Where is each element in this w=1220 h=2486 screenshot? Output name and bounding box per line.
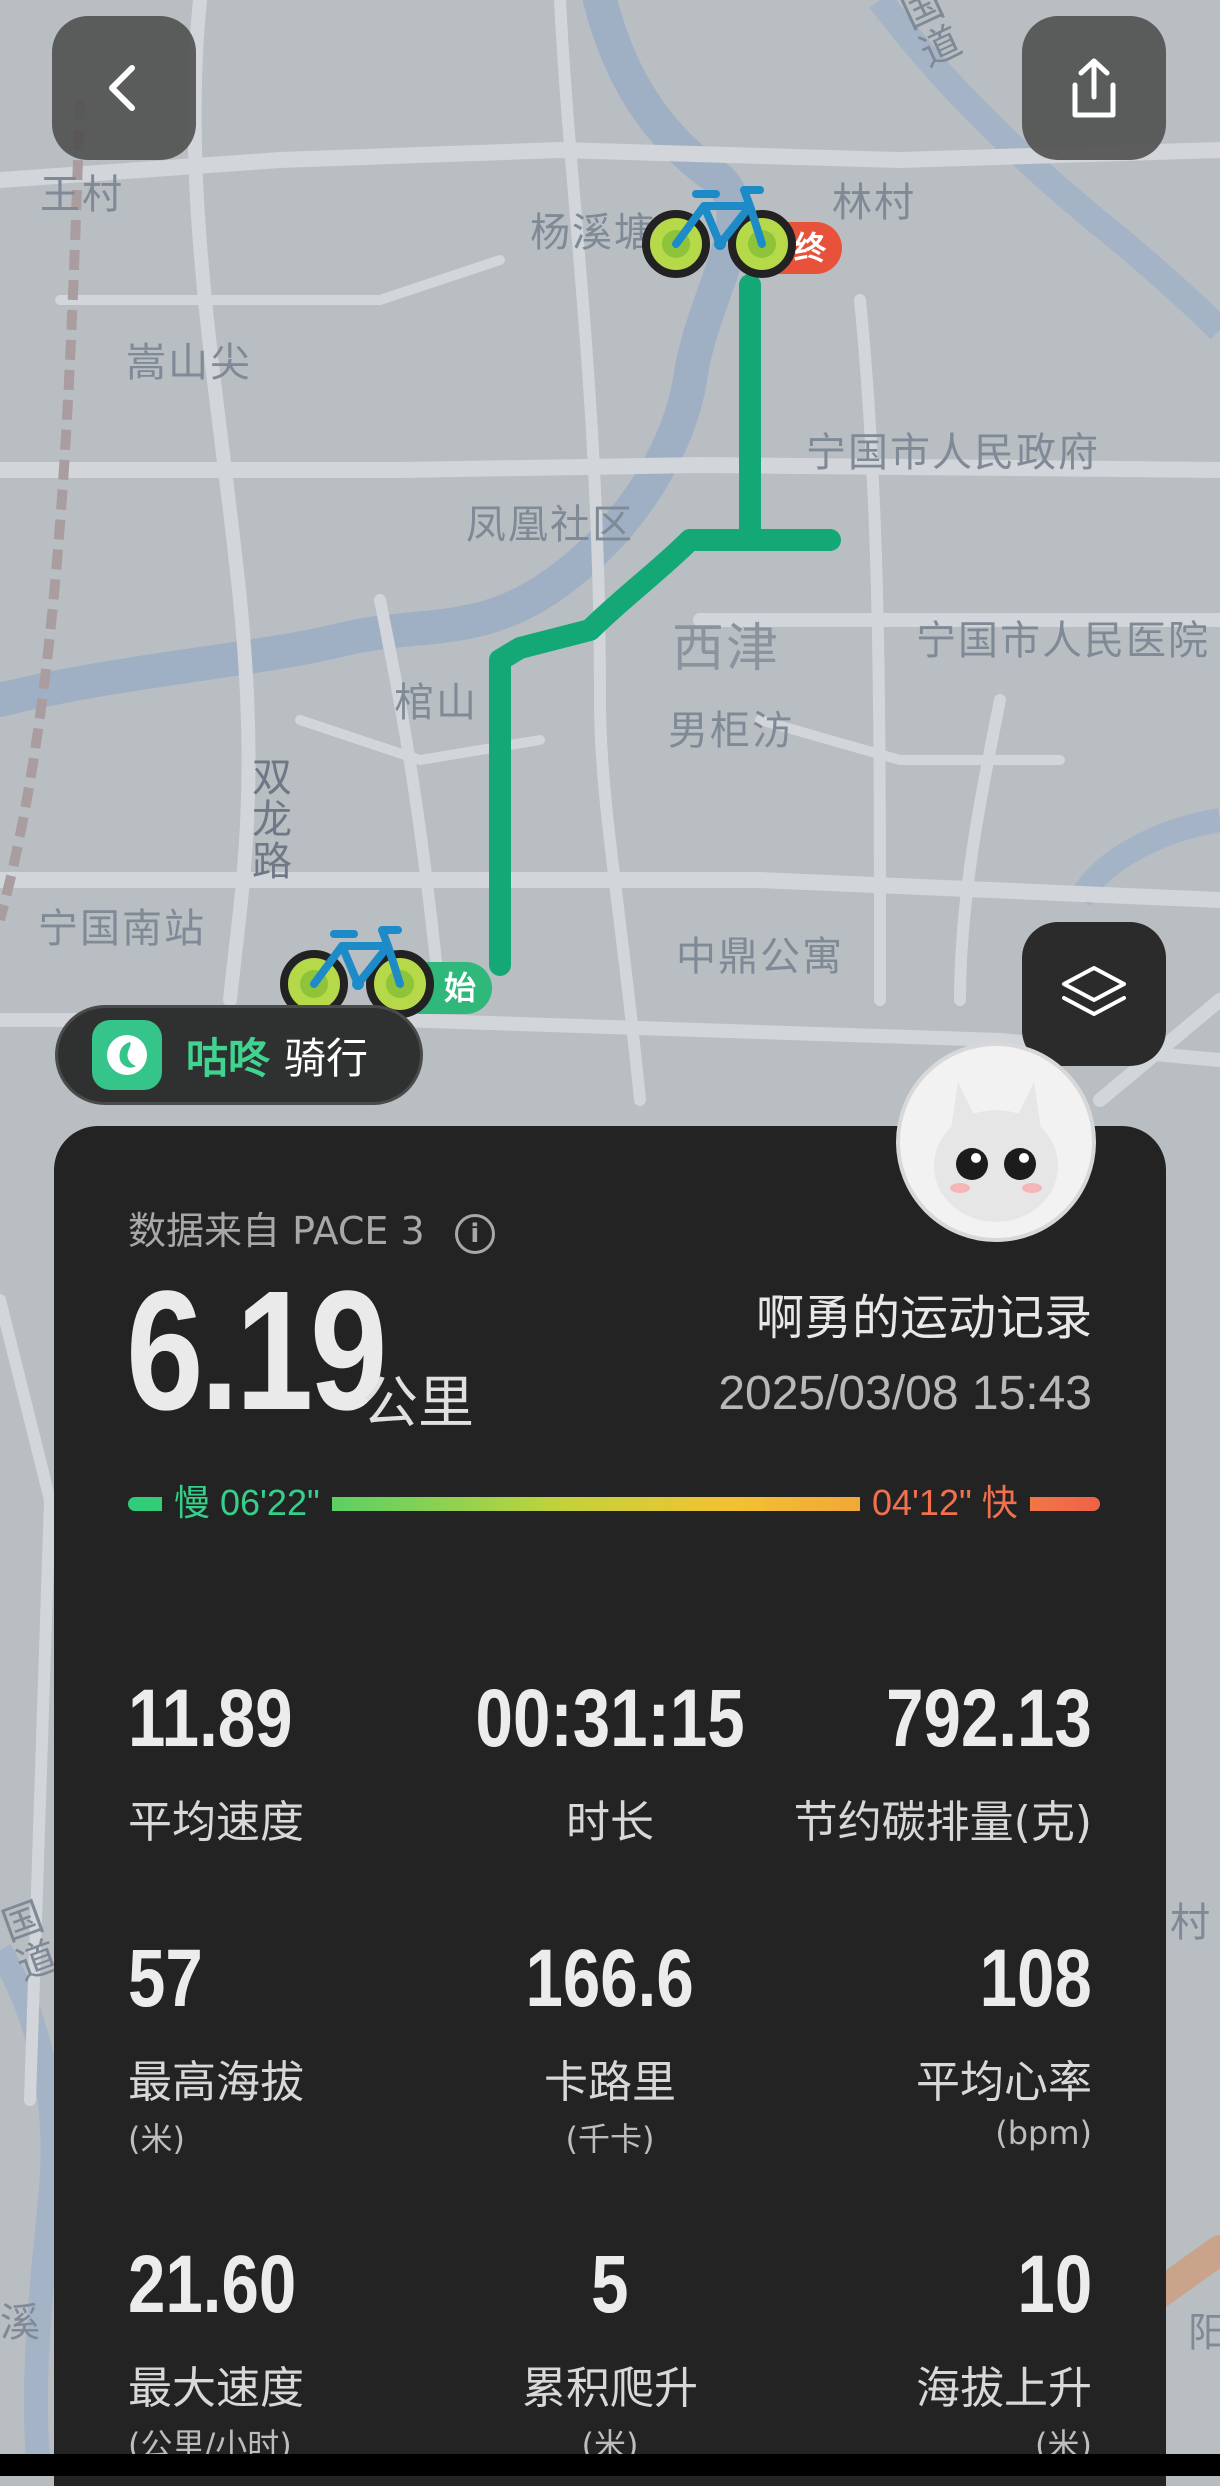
app-brand-name: 咕咚 [186,1033,271,1083]
activity-type: 骑行 [284,1033,369,1083]
bicycle-icon [642,186,796,278]
record-datetime: 2025/03/08 15:43 [718,1367,1092,1420]
record-owner: 啊勇的运动记录 [755,1290,1092,1346]
stat-label: 累积爬升 [522,2363,698,2414]
map-label: 双龙路 [245,756,291,882]
map-label: 溪 [0,2300,42,2346]
map-label: 嵩山尖 [126,340,252,386]
stat-value: 108 [979,1933,1092,2024]
map-label: 村 [1170,1900,1212,1946]
stat-value: 21.60 [128,2239,297,2330]
stat-carbon-saved: 792.13 节约碳排量(克) [752,1678,1092,1850]
stat-label: 最高海拔 [128,2057,304,2108]
share-icon [1072,58,1116,118]
data-source-text: 数据来自 PACE 3 [128,1209,425,1253]
stat-label: 卡路里 [544,2057,676,2108]
distance-unit: 公里 [362,1371,474,1436]
stat-label: 最大速度 [128,2363,304,2414]
chevron-left-icon [109,65,135,111]
stat-label: 节约碳排量(克) [793,1797,1092,1848]
pace-fastest: 04'12" 快 [860,1474,1030,1526]
stat-unit: (千卡) [565,2120,655,2158]
stat-elevation-gain: 10 海拔上升 (米) [752,2244,1092,2466]
stat-label: 时长 [566,1797,654,1848]
activity-badge: 咕咚 骑行 [55,1005,423,1105]
bottom-edge [0,2454,1220,2476]
map-label: 林村 [832,180,916,226]
data-source: 数据来自 PACE 3 i [128,1200,495,1255]
stat-value: 5 [591,2239,629,2330]
stat-unit: (米) [128,2120,185,2158]
stat-max-altitude: 57 最高海拔 (米) [128,1938,468,2160]
stat-label: 平均心率 [916,2057,1092,2108]
map-label: 宁国南站 [38,906,206,952]
share-button[interactable] [1022,16,1166,160]
stat-total-climb: 5 累积爬升 (米) [440,2244,780,2466]
stat-value: 57 [128,1933,203,2024]
stat-value: 792.13 [886,1673,1092,1764]
map-label: 王村 [40,172,124,218]
codoon-logo-icon [92,1020,162,1090]
map-label: 棺山 [394,680,478,726]
map-label: 宁国市人民政府 [806,430,1100,476]
stat-label: 平均速度 [128,1797,304,1848]
stat-value: 00:31:15 [475,1673,745,1764]
workout-summary-panel: 数据来自 PACE 3 i 6.19 公里 啊勇的运动记录 2025/03/08… [54,1126,1166,2486]
back-button[interactable] [52,16,196,160]
stat-avg-speed: 11.89 平均速度 [128,1678,468,1850]
map-label: 中鼎公寓 [676,934,844,980]
stat-duration: 00:31:15 时长 [440,1678,780,1850]
stat-label: 海拔上升 [916,2363,1092,2414]
stat-value: 166.6 [525,1933,695,2024]
map-label: 男柜汸 [668,708,794,754]
stat-unit: (bpm) [995,2114,1092,2152]
info-icon[interactable]: i [454,1213,495,1254]
map-layers-button[interactable] [1022,922,1166,1066]
avatar[interactable] [896,1042,1096,1242]
map-label: 阳 [1188,2310,1220,2356]
distance-value: 6.19 [126,1256,387,1446]
layers-icon [1062,966,1126,1016]
map-label: 凤凰社区 [466,502,634,548]
pace-slowest: 慢 06'22" [162,1474,332,1526]
map-label: 宁国市人民医院 [916,618,1210,664]
map-label: 杨溪塘 [530,210,656,256]
stat-value: 10 [1017,2239,1092,2330]
stat-calories: 166.6 卡路里 (千卡) [440,1938,780,2160]
map-label: 西津 [672,619,781,679]
stat-avg-heart-rate: 108 平均心率 (bpm) [752,1933,1092,2153]
stat-max-speed: 21.60 最大速度 (公里/小时) [128,2244,468,2466]
stat-value: 11.89 [128,1673,293,1764]
